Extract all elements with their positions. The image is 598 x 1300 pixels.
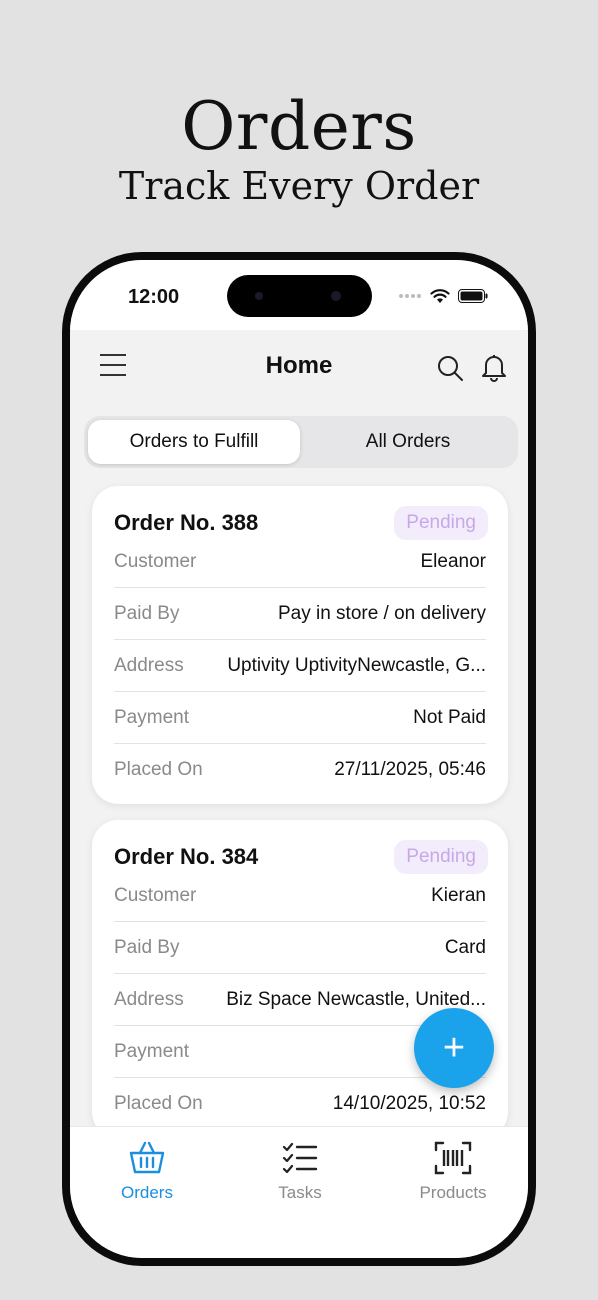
order-row-paid-by: Paid By Pay in store / on delivery [114, 588, 486, 640]
order-row-payment: Payment Not Paid [114, 692, 486, 744]
row-value: Eleanor [420, 551, 487, 572]
order-row-customer: Customer Eleanor [114, 536, 486, 588]
status-time: 12:00 [128, 286, 180, 308]
order-filter-segmented-control: Orders to Fulfill All Orders [84, 416, 518, 468]
sensor-dot [255, 292, 263, 300]
row-label: Paid By [114, 603, 180, 624]
row-label: Customer [114, 551, 197, 572]
order-row-paid-by: Paid By Card [114, 922, 486, 974]
order-row-address: Address Uptivity UptivityNewcastle, G... [114, 640, 486, 692]
checklist-icon [282, 1142, 318, 1174]
order-row-placed-on: Placed On 27/11/2025, 05:46 [114, 744, 486, 796]
app-bar: Home [70, 330, 528, 406]
signal-dots-icon [399, 294, 421, 298]
status-badge: Pending [394, 840, 488, 874]
basket-icon [129, 1141, 165, 1174]
order-number: Order No. 384 [114, 844, 259, 869]
tab-label: Products [419, 1183, 487, 1202]
status-icons [398, 288, 488, 304]
tab-all-orders[interactable]: All Orders [302, 420, 514, 464]
tab-orders[interactable]: Orders [77, 1141, 217, 1211]
order-row-customer: Customer Kieran [114, 870, 486, 922]
phone-screen: 12:00 Home Orders to Fulfill All Orders … [70, 260, 528, 1258]
order-number: Order No. 388 [114, 510, 259, 535]
row-value: 27/11/2025, 05:46 [334, 759, 486, 780]
row-value: Uptivity UptivityNewcastle, G... [227, 655, 486, 676]
row-value: Kieran [431, 885, 486, 906]
status-badge: Pending [394, 506, 488, 540]
tab-label: Orders [121, 1183, 173, 1202]
tab-products[interactable]: Products [383, 1141, 523, 1211]
bell-icon[interactable] [480, 352, 508, 382]
tab-orders-to-fulfill[interactable]: Orders to Fulfill [88, 420, 300, 464]
plus-icon: + [442, 1026, 466, 1069]
row-value: 14/10/2025, 10:52 [332, 1093, 486, 1114]
camera-dot [331, 291, 341, 301]
row-value: Pay in store / on delivery [277, 603, 486, 624]
phone-frame: 12:00 Home Orders to Fulfill All Orders … [62, 252, 536, 1266]
barcode-icon [434, 1141, 472, 1175]
row-label: Placed On [114, 759, 203, 780]
row-label: Customer [114, 885, 197, 906]
bottom-tab-bar: Orders Tasks Products [70, 1126, 528, 1258]
row-label: Address [114, 655, 184, 676]
order-card[interactable]: Order No. 388 Pending Customer Eleanor P… [92, 486, 508, 804]
add-order-button[interactable]: + [414, 1008, 494, 1088]
promo-subtitle: Track Every Order [118, 164, 480, 208]
row-value: Card [444, 937, 486, 958]
dynamic-island [227, 275, 372, 317]
row-label: Placed On [114, 1093, 203, 1114]
promo-title: Orders [181, 88, 417, 165]
tab-tasks[interactable]: Tasks [230, 1141, 370, 1211]
row-label: Payment [114, 1041, 189, 1062]
tab-label: Tasks [278, 1183, 322, 1202]
battery-icon [458, 289, 488, 303]
status-bar: 12:00 [70, 260, 528, 330]
wifi-icon [430, 289, 450, 303]
row-label: Paid By [114, 937, 180, 958]
search-icon[interactable] [436, 354, 464, 382]
row-label: Address [114, 989, 184, 1010]
order-row-placed-on: Placed On 14/10/2025, 10:52 [114, 1078, 486, 1130]
row-label: Payment [114, 707, 189, 728]
row-value: Not Paid [413, 707, 486, 728]
order-card[interactable]: Order No. 384 Pending Customer Kieran Pa… [92, 820, 508, 1138]
